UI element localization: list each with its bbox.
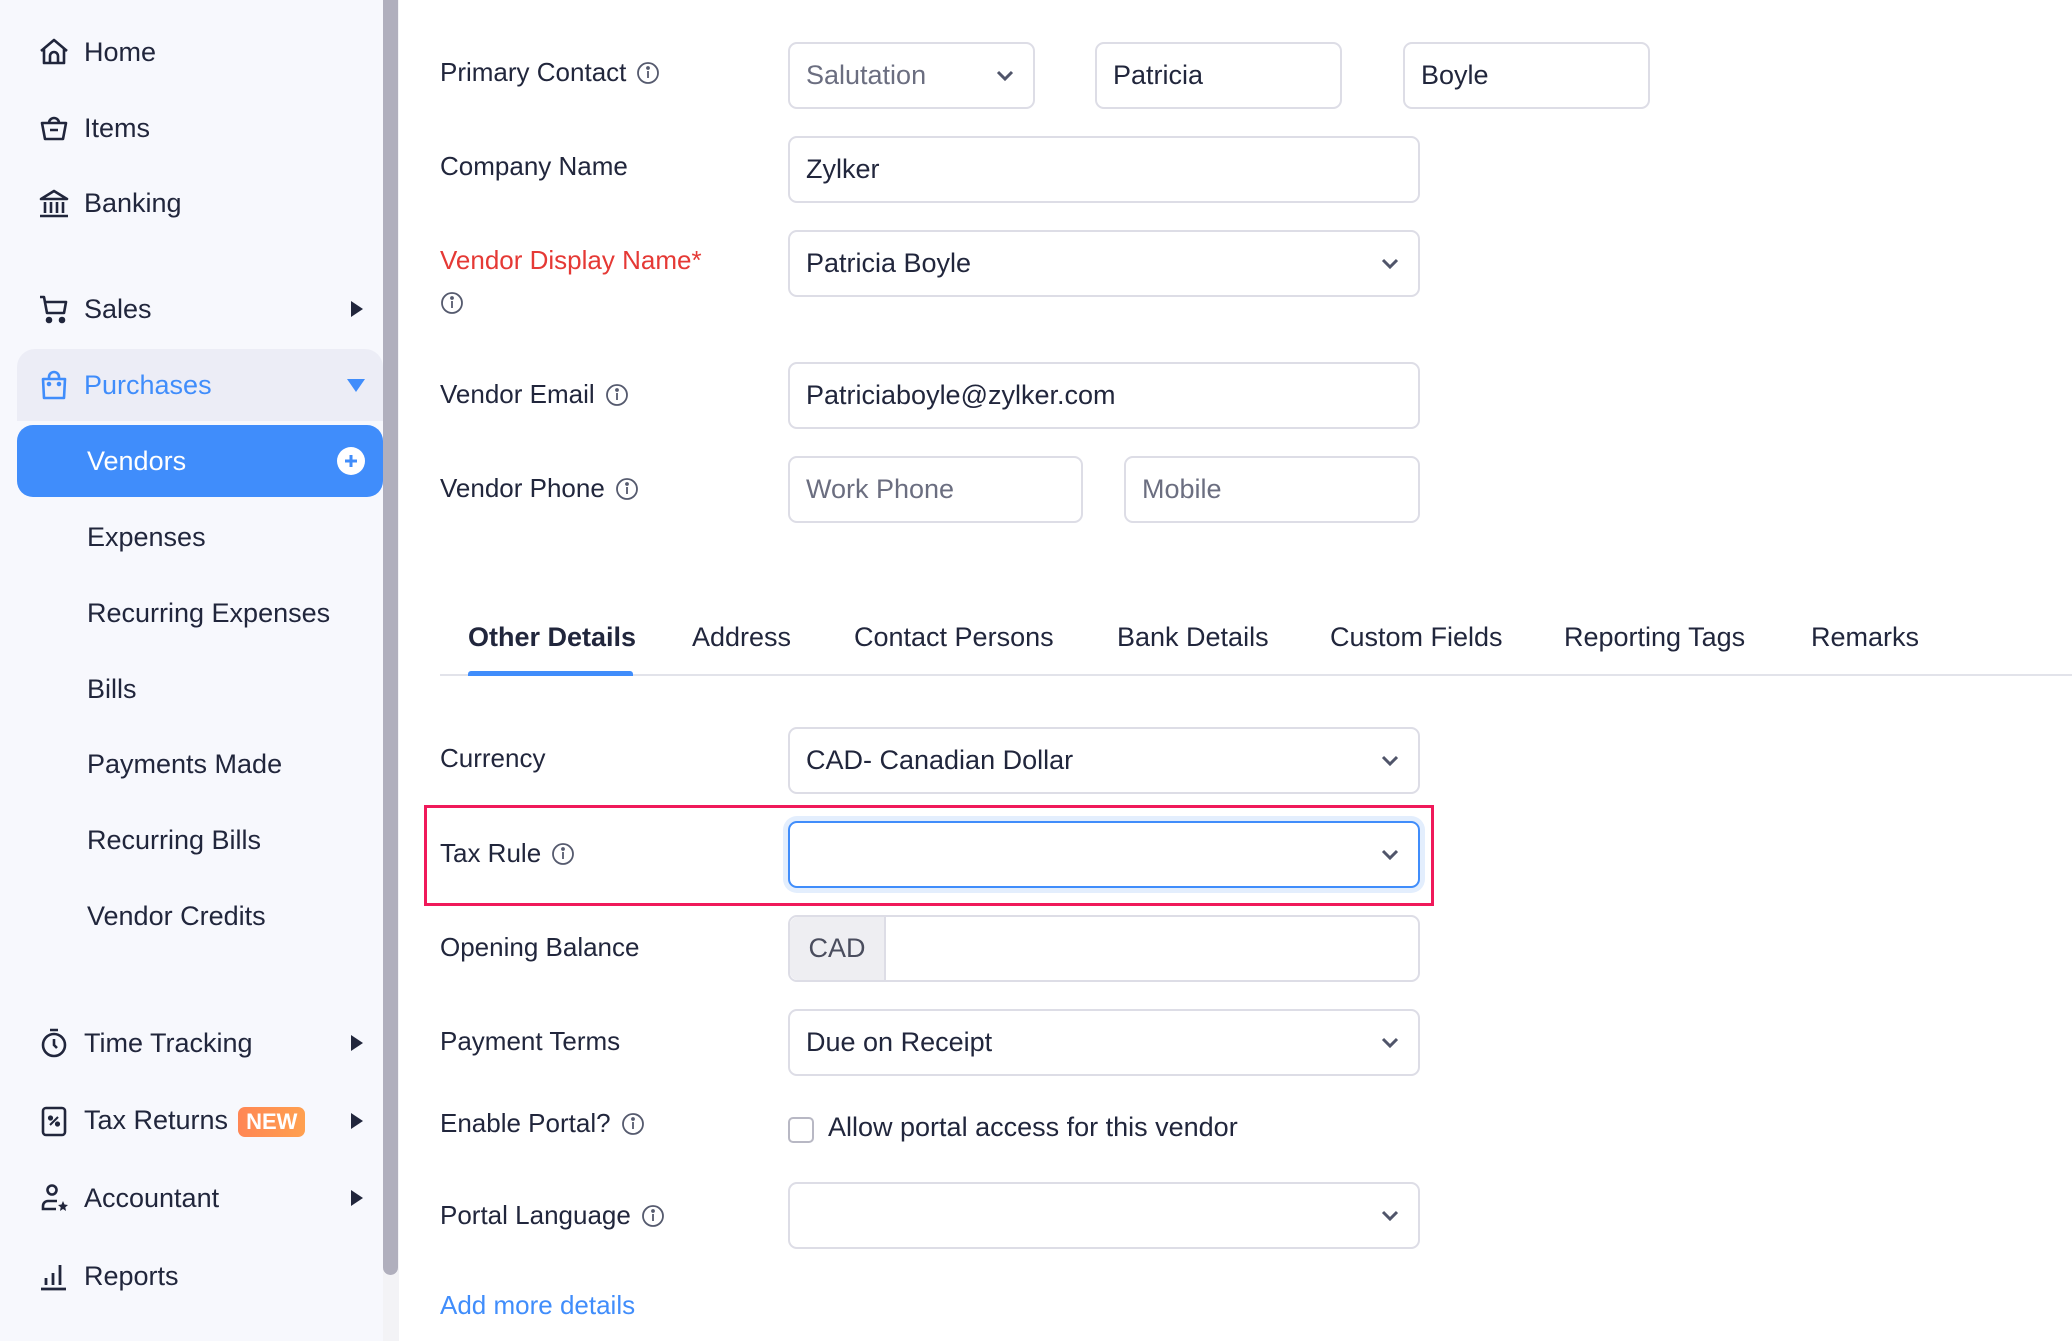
work-phone-input[interactable]: Work Phone — [788, 456, 1083, 523]
payment-terms-select[interactable]: Due on Receipt — [788, 1009, 1420, 1076]
expand-arrow-icon — [351, 1035, 363, 1051]
add-vendor-icon[interactable] — [337, 447, 365, 475]
vendor-phone-label: Vendor Phone — [440, 473, 639, 504]
opening-balance-label: Opening Balance — [440, 932, 640, 962]
tab-other-details[interactable]: Other Details — [468, 622, 636, 653]
info-icon[interactable] — [440, 291, 464, 315]
sidebar-item-banking[interactable]: Banking — [17, 167, 383, 239]
sidebar-item-purchases[interactable]: Purchases — [17, 349, 383, 421]
chevron-down-icon — [1381, 1210, 1399, 1221]
company-name-input[interactable]: Zylker — [788, 136, 1420, 203]
info-icon[interactable] — [621, 1112, 645, 1136]
stopwatch-icon — [36, 1025, 72, 1061]
sidebar-item-home[interactable]: Home — [17, 16, 383, 88]
info-icon[interactable] — [615, 477, 639, 501]
info-icon[interactable] — [551, 842, 575, 866]
tab-reporting-tags[interactable]: Reporting Tags — [1564, 622, 1745, 653]
portal-access-checkbox[interactable] — [788, 1117, 814, 1143]
expand-arrow-icon — [351, 1113, 363, 1129]
primary-contact-label: Primary Contact — [440, 57, 660, 88]
sidebar-item-vendor-credits[interactable]: Vendor Credits — [17, 880, 383, 952]
bank-icon — [36, 185, 72, 221]
payment-terms-label: Payment Terms — [440, 1026, 621, 1056]
chevron-down-icon — [996, 70, 1014, 81]
collapse-arrow-icon — [347, 378, 365, 392]
last-name-input[interactable]: Boyle — [1403, 42, 1650, 109]
new-badge: NEW — [238, 1106, 306, 1137]
chevron-down-icon — [1381, 849, 1399, 860]
details-tabs: Other Details Address Contact Persons Ba… — [440, 610, 2072, 676]
sidebar-item-vendors[interactable]: Vendors — [17, 425, 383, 497]
opening-balance-input[interactable]: CAD — [788, 915, 1420, 982]
sidebar-item-accountant[interactable]: Accountant — [17, 1162, 383, 1234]
sidebar-item-time-tracking[interactable]: Time Tracking — [17, 1007, 383, 1079]
currency-select[interactable]: CAD- Canadian Dollar — [788, 727, 1420, 794]
active-tab-indicator — [468, 671, 633, 676]
expand-arrow-icon — [351, 1190, 363, 1206]
mobile-input[interactable]: Mobile — [1124, 456, 1420, 523]
portal-access-label[interactable]: Allow portal access for this vendor — [828, 1112, 1238, 1143]
chevron-down-icon — [1381, 258, 1399, 269]
tab-remarks[interactable]: Remarks — [1811, 622, 1919, 653]
info-icon[interactable] — [641, 1204, 665, 1228]
home-icon — [36, 34, 72, 70]
add-more-details-link[interactable]: Add more details — [440, 1290, 635, 1321]
tab-custom-fields[interactable]: Custom Fields — [1330, 622, 1503, 653]
cart-icon — [36, 291, 72, 327]
tab-bank-details[interactable]: Bank Details — [1117, 622, 1269, 653]
basket-icon — [36, 110, 72, 146]
sidebar-item-recurring-bills[interactable]: Recurring Bills — [17, 804, 383, 876]
accountant-icon — [36, 1180, 72, 1216]
display-name-label: Vendor Display Name* — [440, 245, 702, 275]
tab-address[interactable]: Address — [692, 622, 791, 653]
shopping-bag-icon — [36, 367, 72, 403]
info-icon[interactable] — [605, 383, 629, 407]
vendor-email-label: Vendor Email — [440, 379, 629, 410]
portal-language-label: Portal Language — [440, 1200, 665, 1231]
sidebar-item-reports[interactable]: Reports — [17, 1240, 383, 1312]
bar-chart-icon — [36, 1258, 72, 1294]
tax-returns-label: Tax Returns — [84, 1105, 229, 1136]
sidebar-scrollbar[interactable] — [383, 0, 398, 1275]
portal-language-select[interactable] — [788, 1182, 1420, 1249]
display-name-select[interactable]: Patricia Boyle — [788, 230, 1420, 297]
company-name-label: Company Name — [440, 151, 628, 181]
currency-prefix: CAD — [790, 917, 886, 980]
chevron-down-icon — [1381, 1037, 1399, 1048]
tax-rule-select[interactable] — [788, 821, 1420, 888]
sidebar-item-items[interactable]: Items — [17, 92, 383, 164]
enable-portal-label: Enable Portal? — [440, 1108, 645, 1139]
sidebar-item-recurring-expenses[interactable]: Recurring Expenses — [17, 577, 383, 649]
sidebar-item-payments-made[interactable]: Payments Made — [17, 728, 383, 800]
expand-arrow-icon — [351, 301, 363, 317]
sidebar-item-sales[interactable]: Sales — [17, 273, 383, 345]
tax-rule-label: Tax Rule — [440, 838, 575, 869]
tab-contact-persons[interactable]: Contact Persons — [854, 622, 1054, 653]
vendor-email-input[interactable]: Patriciaboyle@zylker.com — [788, 362, 1420, 429]
sidebar: Home Items Banking Sales Purchases Vendo… — [0, 0, 383, 1341]
salutation-select[interactable]: Salutation — [788, 42, 1035, 109]
chevron-down-icon — [1381, 755, 1399, 766]
sidebar-item-tax-returns[interactable]: Tax Returns NEW — [17, 1085, 383, 1157]
first-name-input[interactable]: Patricia — [1095, 42, 1342, 109]
currency-label: Currency — [440, 743, 546, 773]
info-icon[interactable] — [636, 61, 660, 85]
sidebar-item-expenses[interactable]: Expenses — [17, 501, 383, 573]
sidebar-item-bills[interactable]: Bills — [17, 653, 383, 725]
tax-percent-icon — [36, 1103, 72, 1139]
